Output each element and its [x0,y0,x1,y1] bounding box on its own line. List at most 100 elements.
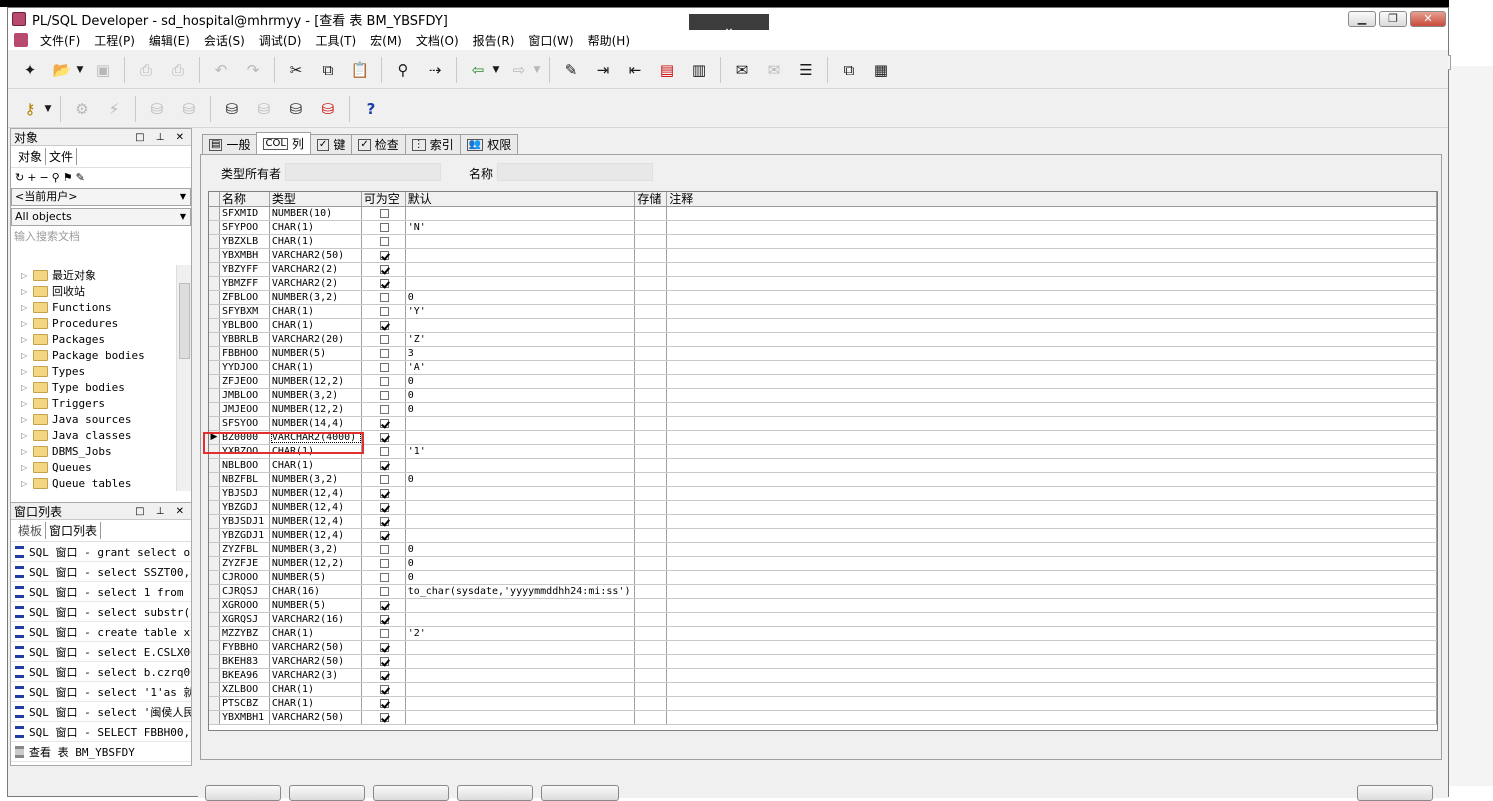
tab-keys[interactable]: ✓ 键 [309,134,353,154]
cell-comment[interactable] [667,347,1437,360]
cell-type[interactable]: CHAR(1) [270,235,362,248]
print-preview-icon[interactable]: ⎙ [166,58,190,82]
cell-type[interactable]: NUMBER(3,2) [270,291,362,304]
row-header[interactable] [209,487,220,500]
row-header[interactable] [209,347,220,360]
cell-nullable[interactable] [362,263,406,276]
cell-storage[interactable] [635,375,668,388]
tab-indexes[interactable]: ⋮ 索引 [404,134,461,154]
cell-type[interactable]: NUMBER(3,2) [270,543,362,556]
cell-default[interactable] [406,613,636,626]
cell-default[interactable]: 3 [406,347,636,360]
nullable-checkbox[interactable] [379,657,389,666]
cell-storage[interactable] [635,347,668,360]
cell-storage[interactable] [635,585,668,598]
commit-icon[interactable]: ⛁ [145,97,169,121]
cell-default[interactable]: to_char(sysdate,'yyyymmddhh24:mi:ss') [406,585,636,598]
nullable-checkbox[interactable] [379,671,389,680]
expand-icon[interactable]: ▷ [21,383,31,392]
cell-type[interactable]: NUMBER(12,4) [270,501,362,514]
cell-type[interactable]: VARCHAR2(3) [270,669,362,682]
cell-comment[interactable] [667,403,1437,416]
menu-reports[interactable]: 报告(R) [466,32,522,49]
cell-nullable[interactable] [362,333,406,346]
nullable-checkbox[interactable] [379,321,389,330]
cell-nullable[interactable] [362,445,406,458]
tree-node[interactable]: ▷ Queues [11,459,191,475]
cell-name[interactable]: BKEA96 [220,669,270,682]
cell-comment[interactable] [667,543,1437,556]
nullable-checkbox[interactable] [379,643,389,652]
cell-nullable[interactable] [362,207,406,220]
cell-name[interactable]: YBZYFF [220,263,270,276]
cell-default[interactable]: 'Y' [406,305,636,318]
db-icon[interactable]: ⛁ [284,97,308,121]
menu-project[interactable]: 工程(P) [87,32,142,49]
table-row[interactable]: YBJSDJ1 NUMBER(12,4) [209,515,1437,529]
cell-comment[interactable] [667,529,1437,542]
cell-nullable[interactable] [362,515,406,528]
table-row[interactable]: YBXMBH1 VARCHAR2(50) [209,711,1437,725]
copy-icon[interactable]: ⧉ [316,58,340,82]
table-row[interactable]: NBLBOO CHAR(1) [209,459,1437,473]
cell-storage[interactable] [635,613,668,626]
table-row[interactable]: CJRQSJ CHAR(16) to_char(sysdate,'yyyymmddh… [209,585,1437,599]
cell-default[interactable] [406,515,636,528]
close-button[interactable]: ✕ [1410,11,1446,27]
cell-default[interactable] [406,711,636,724]
menu-window[interactable]: 窗口(W) [521,32,580,49]
menu-document[interactable]: 文档(O) [409,32,466,49]
menu-edit[interactable]: 编辑(E) [142,32,197,49]
window-list-item[interactable]: SQL 窗口 - select '闽侯人民 [11,702,191,722]
row-header[interactable] [209,375,220,388]
cell-comment[interactable] [667,277,1437,290]
window-list-icon[interactable]: ⧉ [837,58,861,82]
cell-storage[interactable] [635,711,668,724]
col-nullable-header[interactable]: 可为空 [362,192,406,206]
table-row[interactable]: YBBRLB VARCHAR2(20) 'Z' [209,333,1437,347]
table-row[interactable]: YBMZFF VARCHAR2(2) [209,277,1437,291]
cell-comment[interactable] [667,319,1437,332]
row-header[interactable] [209,515,220,528]
cell-comment[interactable] [667,459,1437,472]
cell-storage[interactable] [635,571,668,584]
tree-node[interactable]: ▷ Procedures [11,315,191,331]
row-header[interactable] [209,277,220,290]
table-row[interactable]: ▶ BZ0000 VARCHAR2(4000) [209,431,1437,445]
nullable-checkbox[interactable] [379,363,389,372]
chevron-down-icon[interactable]: ▼ [75,58,85,82]
tile-icon[interactable]: ▦ [869,58,893,82]
expand-icon[interactable]: ▷ [21,463,31,472]
remove-icon[interactable]: − [39,171,51,184]
tree-node[interactable]: ▷ Type bodies [11,379,191,395]
cell-type[interactable]: NUMBER(5) [270,347,362,360]
type-owner-field[interactable] [285,163,441,181]
cell-storage[interactable] [635,389,668,402]
row-header[interactable] [209,235,220,248]
cell-default[interactable]: 0 [406,543,636,556]
cell-comment[interactable] [667,417,1437,430]
cell-storage[interactable] [635,501,668,514]
table-row[interactable]: CJROOO NUMBER(5) 0 [209,571,1437,585]
db-remove-icon[interactable]: ⛁ [316,97,340,121]
cell-comment[interactable] [667,361,1437,374]
nullable-checkbox[interactable] [379,419,389,428]
cell-type[interactable]: CHAR(1) [270,627,362,640]
nullable-checkbox[interactable] [379,349,389,358]
row-header[interactable] [209,543,220,556]
cell-nullable[interactable] [362,585,406,598]
view-sql-button[interactable] [1357,785,1433,801]
cell-nullable[interactable] [362,529,406,542]
cell-type[interactable]: VARCHAR2(2) [270,277,362,290]
nullable-checkbox[interactable] [379,209,389,218]
rollback-icon[interactable]: ⛁ [177,97,201,121]
cell-comment[interactable] [667,487,1437,500]
sql-icon[interactable]: ⛁ [252,97,276,121]
cell-storage[interactable] [635,557,668,570]
cell-storage[interactable] [635,543,668,556]
open-icon[interactable]: 📂 [50,58,74,82]
maximize-button[interactable]: ❐ [1379,11,1407,27]
tab-templates[interactable]: 模板 [15,522,47,539]
uppercase-icon[interactable]: ▤ [655,58,679,82]
tab-general[interactable]: ▤ 一般 [202,134,258,154]
